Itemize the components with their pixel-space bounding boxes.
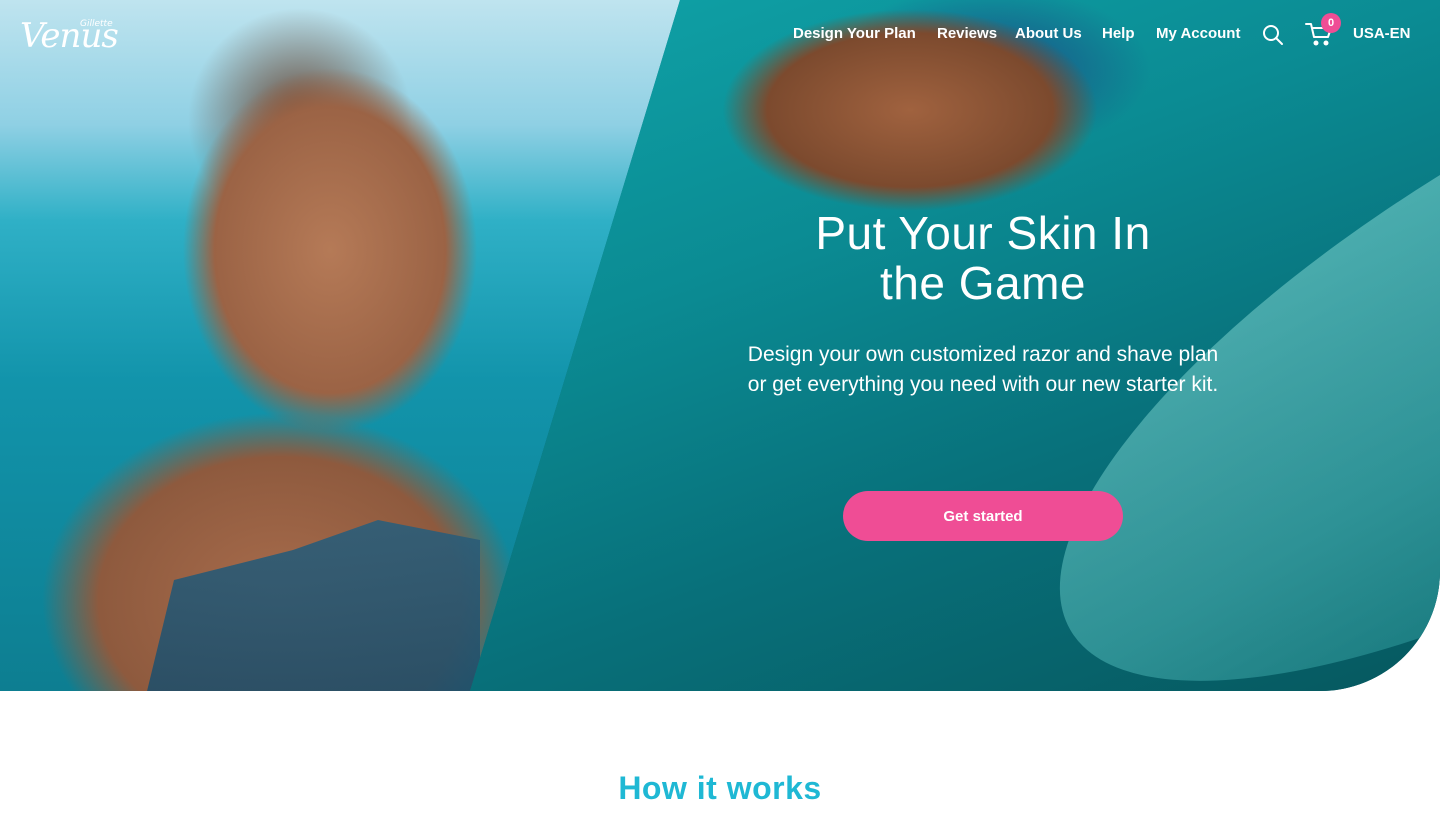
nav-item-my-account[interactable]: My Account	[1156, 25, 1240, 42]
locale-selector[interactable]: USA-EN	[1353, 25, 1411, 42]
how-it-works-heading: How it works	[618, 770, 822, 806]
hero-title: Put Your Skin In the Game	[760, 208, 1206, 308]
cart-count-badge: 0	[1321, 13, 1341, 33]
nav-item-reviews[interactable]: Reviews	[937, 25, 997, 42]
nav-item-help[interactable]: Help	[1102, 25, 1135, 42]
hero-title-line1: Put Your Skin In	[815, 207, 1151, 259]
hero-subtitle: Design your own customized razor and sha…	[747, 343, 1219, 396]
nav-item-about-us[interactable]: About Us	[1015, 25, 1082, 42]
get-started-button[interactable]: Get started	[843, 491, 1123, 541]
hero-photo-swimsuit	[140, 520, 480, 691]
gillette-logo-subtext: Gillette	[80, 19, 113, 29]
hero-banner: Venus Gillette Design Your Plan Reviews …	[0, 0, 1440, 691]
hero-title-line2: the Game	[880, 257, 1086, 309]
search-icon[interactable]	[1262, 24, 1284, 46]
nav-item-design-your-plan[interactable]: Design Your Plan	[793, 25, 916, 42]
